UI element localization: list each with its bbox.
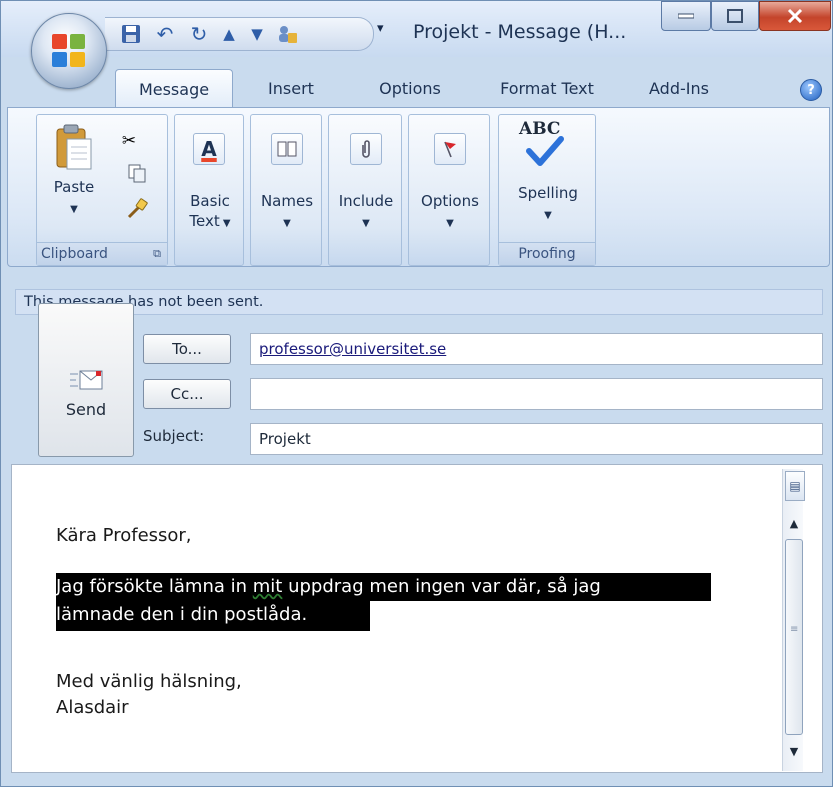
body-closing: Med vänlig hälsning, (56, 671, 242, 692)
body-signature: Alasdair (56, 697, 129, 718)
basic-label-line1: Basic (190, 192, 230, 210)
cc-button[interactable]: Cc... (143, 379, 231, 409)
office-logo-icon (52, 34, 86, 68)
paste-label: Paste (53, 178, 95, 196)
tab-options[interactable]: Options (359, 69, 461, 107)
tab-insert[interactable]: Insert (245, 69, 337, 107)
group-options[interactable]: Options ▼ (408, 114, 490, 266)
office-button[interactable] (31, 13, 107, 89)
to-button[interactable]: To... (143, 334, 231, 364)
group-label-proofing: Proofing (499, 242, 595, 265)
window-controls (661, 1, 831, 31)
message-body[interactable]: Kära Professor, Jag försökte lämna in mi… (11, 464, 823, 773)
group-basic-text[interactable]: A Basic Text ▼ (174, 114, 244, 266)
cc-field[interactable] (250, 378, 823, 410)
undo-icon[interactable]: ↶ (153, 22, 177, 46)
grip-icon: ≡ (790, 624, 799, 635)
dialog-launcher-icon[interactable]: ⧉ (153, 243, 161, 265)
close-icon (787, 9, 803, 23)
customize-qat-dropdown[interactable]: ▾ (377, 21, 384, 36)
maximize-icon (727, 9, 743, 23)
to-field[interactable]: professor@universitet.se (250, 333, 823, 365)
window-title: Projekt - Message (H... (413, 21, 627, 43)
include-label: Include (338, 192, 394, 210)
scroll-thumb[interactable]: ≡ (785, 539, 803, 735)
cut-icon[interactable]: ✂ (117, 129, 141, 153)
close-button[interactable] (759, 1, 831, 31)
minimize-icon (678, 13, 694, 19)
paste-button[interactable]: Paste ▼ (41, 119, 107, 223)
ribbon-message: Paste ▼ ✂ Clipboard ⧉ A Basic Text ▼ Nam… (7, 107, 830, 267)
group-proofing: ABC Spelling ▼ Proofing (498, 114, 596, 266)
spell-check-icon (526, 136, 564, 166)
ruler-toggle-icon[interactable]: ▤ (785, 471, 805, 501)
maximize-button[interactable] (711, 1, 759, 31)
next-item-icon[interactable]: ▼ (245, 22, 269, 46)
address-book-icon (271, 133, 303, 165)
previous-item-icon[interactable]: ▲ (217, 22, 241, 46)
scroll-down-icon[interactable]: ▼ (785, 745, 803, 758)
format-painter-icon[interactable] (125, 197, 149, 221)
group-label-clipboard: Clipboard (41, 246, 108, 262)
spelling-error-mark[interactable]: mit (253, 576, 283, 597)
to-recipient[interactable]: professor@universitet.se (259, 340, 446, 358)
title-bar: ↶ ↻ ▲ ▼ ▾ Projekt - Message (H... (1, 1, 832, 57)
send-envelope-icon (70, 370, 103, 390)
body-paragraph-line1: Jag försökte lämna in mit uppdrag men in… (56, 576, 601, 597)
tab-format-text[interactable]: Format Text (481, 69, 613, 107)
spelling-button[interactable]: ABC Spelling ▼ (503, 117, 593, 221)
font-color-icon: A (193, 133, 225, 165)
names-label: Names (260, 192, 314, 210)
paperclip-icon (350, 133, 382, 165)
subject-label: Subject: (143, 427, 205, 445)
redo-icon[interactable]: ↻ (187, 22, 211, 46)
body-greeting: Kära Professor, (56, 525, 192, 546)
paste-icon (56, 124, 92, 170)
group-include[interactable]: Include ▼ (328, 114, 402, 266)
subject-field[interactable]: Projekt (250, 423, 823, 455)
options-label: Options (421, 192, 479, 210)
save-icon[interactable] (119, 22, 143, 46)
spelling-label: Spelling (518, 184, 578, 202)
send-label: Send (65, 400, 107, 419)
copy-icon[interactable] (125, 161, 149, 185)
send-button[interactable]: Send (38, 303, 134, 457)
help-icon[interactable]: ? (800, 79, 822, 101)
tab-add-ins[interactable]: Add-Ins (629, 69, 729, 107)
minimize-button[interactable] (661, 1, 711, 31)
quick-access-toolbar: ↶ ↻ ▲ ▼ (105, 17, 374, 51)
follow-up-flag-icon (434, 133, 466, 165)
basic-label-line2: Text (189, 212, 220, 230)
body-scrollbar[interactable]: ▤ ▲ ≡ ▼ (782, 469, 805, 771)
outlook-message-window: ↶ ↻ ▲ ▼ ▾ Projekt - Message (H... Messag… (0, 0, 833, 787)
message-info-bar: This message has not been sent. (15, 289, 823, 315)
scroll-up-icon[interactable]: ▲ (785, 517, 803, 530)
group-names[interactable]: Names ▼ (250, 114, 322, 266)
address-book-icon[interactable] (275, 22, 299, 46)
group-clipboard: Paste ▼ ✂ Clipboard ⧉ (36, 114, 168, 266)
tab-message[interactable]: Message (115, 69, 233, 107)
ribbon-tabs: Message Insert Options Format Text Add-I… (1, 69, 832, 107)
body-paragraph-line2: lämnade den i din postlåda. (56, 604, 308, 625)
